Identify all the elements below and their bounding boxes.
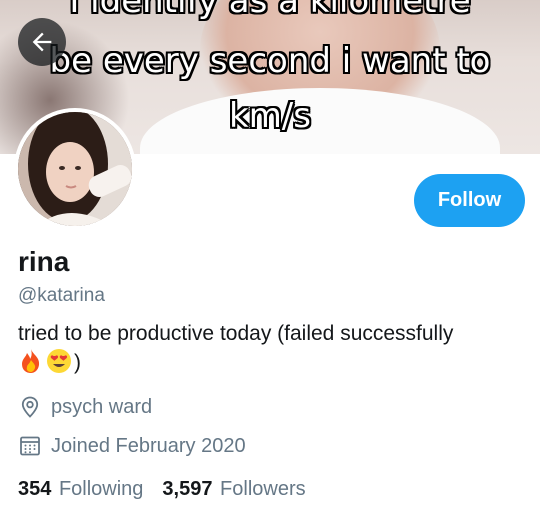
bio-close-paren: ) — [74, 351, 81, 374]
location-pin-icon — [18, 395, 42, 419]
following-link[interactable]: 354 Following — [18, 478, 143, 501]
profile-joined-date: Joined February 2020 — [18, 434, 246, 458]
follow-button[interactable]: Follow — [414, 174, 525, 227]
arrow-left-icon — [32, 32, 52, 52]
bio-text: tried to be productive today (failed suc… — [18, 322, 454, 345]
profile-bio: tried to be productive today (failed suc… — [18, 320, 533, 382]
followers-count: 3,597 — [162, 478, 213, 500]
followers-link[interactable]: 3,597 Followers — [162, 478, 305, 501]
profile-handle: @katarina — [18, 285, 105, 306]
avatar[interactable] — [14, 108, 136, 230]
heart-eyes-emoji — [46, 348, 72, 382]
back-button[interactable] — [18, 18, 66, 66]
banner-meme-text-line-1: I identify as a kilometre — [69, 0, 471, 21]
avatar-photo — [18, 112, 132, 226]
joined-text: Joined February 2020 — [51, 434, 246, 457]
location-text: psych ward — [51, 395, 153, 418]
profile-location: psych ward — [18, 395, 152, 419]
followers-label: Followers — [220, 478, 306, 500]
banner-meme-text-line-2: be every second i want to — [49, 41, 491, 81]
following-label: Following — [58, 478, 144, 500]
profile-display-name: rina — [18, 246, 70, 277]
fire-emoji — [18, 348, 44, 382]
profile-stats: 354 Following 3,597 Followers — [18, 478, 325, 501]
calendar-icon — [18, 434, 42, 458]
following-count: 354 — [18, 478, 52, 500]
